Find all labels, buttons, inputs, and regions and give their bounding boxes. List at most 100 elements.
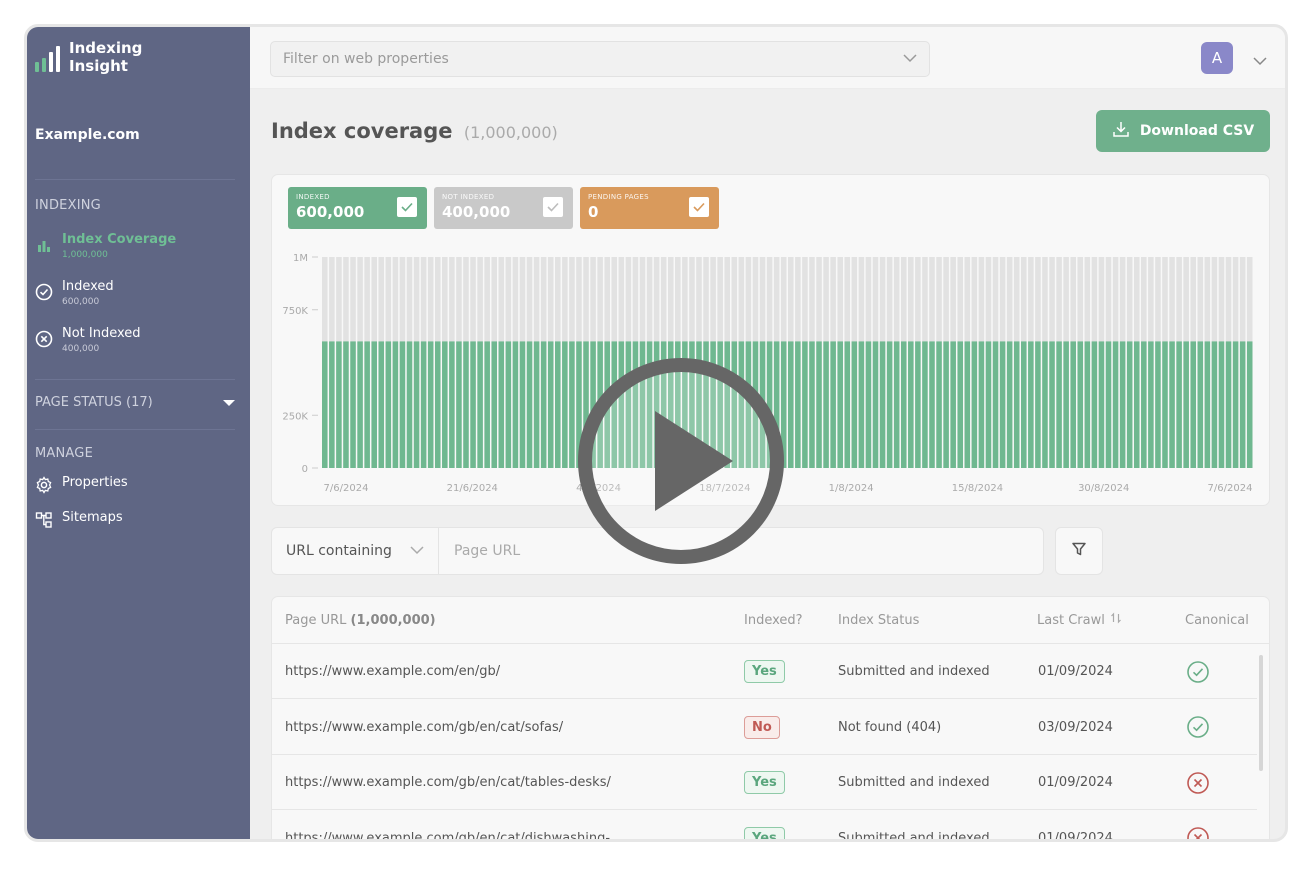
bar-indexed <box>512 341 519 468</box>
bar-indexed <box>1028 341 1034 468</box>
sidebar-item-label: Not Indexed <box>62 326 141 341</box>
cell-last-crawl: 03/09/2024 <box>1038 719 1113 735</box>
bar-not-indexed <box>773 257 780 342</box>
page-title-count: (1,000,000) <box>463 123 558 142</box>
bar-not-indexed <box>1105 257 1112 342</box>
account-menu-chevron-icon[interactable] <box>1253 51 1267 70</box>
y-tick-label: 1M <box>293 253 308 264</box>
checkbox-checked-icon[interactable] <box>397 197 417 217</box>
stat-indexed-toggle[interactable]: INDEXED 600,000 <box>288 187 427 229</box>
bar-indexed <box>922 341 928 468</box>
column-header-page-url[interactable]: Page URL (1,000,000) <box>285 597 436 643</box>
bar-not-indexed <box>809 257 815 342</box>
bar-not-indexed <box>1035 257 1041 342</box>
table-row[interactable]: https://www.example.com/gb/en/cat/tables… <box>272 755 1257 810</box>
bar-not-indexed <box>512 257 519 342</box>
bar-not-indexed <box>322 257 328 342</box>
bar-not-indexed <box>590 257 596 342</box>
bar-not-indexed <box>1162 257 1168 342</box>
cell-page-url[interactable]: https://www.example.com/gb/en/cat/sofas/ <box>285 700 563 755</box>
table-scrollbar[interactable] <box>1259 655 1263 771</box>
bar-not-indexed <box>667 257 674 342</box>
sidebar-item-properties[interactable]: Properties <box>35 475 128 494</box>
page-status-toggle[interactable]: PAGE STATUS (17) <box>35 395 235 410</box>
bar-not-indexed <box>703 257 709 342</box>
bar-not-indexed <box>830 257 836 342</box>
cell-page-url[interactable]: https://www.example.com/gb/en/cat/dishwa… <box>285 811 610 840</box>
bar-not-indexed <box>597 257 603 342</box>
sidebar-item-not-indexed[interactable]: Not Indexed 400,000 <box>35 326 141 356</box>
stat-pending-toggle[interactable]: PENDING PAGES 0 <box>580 187 719 229</box>
column-header-indexed[interactable]: Indexed? <box>744 597 803 643</box>
table-row[interactable]: https://www.example.com/gb/en/cat/sofas/… <box>272 700 1257 755</box>
column-header-canonical[interactable]: Canonical <box>1185 597 1249 643</box>
sidebar-item-index-coverage[interactable]: Index Coverage 1,000,000 <box>35 232 176 262</box>
column-header-last-crawl[interactable]: Last Crawl <box>1037 597 1122 643</box>
bar-indexed <box>399 341 406 468</box>
cell-page-url[interactable]: https://www.example.com/en/gb/ <box>285 644 500 699</box>
bar-indexed <box>1126 341 1133 468</box>
indexing-heading: INDEXING <box>35 198 101 213</box>
bar-not-indexed <box>1042 257 1048 342</box>
bar-not-indexed <box>851 257 858 342</box>
table-row[interactable]: https://www.example.com/en/gb/Yes Submitt… <box>272 644 1257 699</box>
bar-not-indexed <box>1098 257 1105 342</box>
table-row[interactable]: https://www.example.com/gb/en/cat/dishwa… <box>272 811 1257 840</box>
pages-table: Page URL (1,000,000) Indexed? Index Stat… <box>271 596 1270 840</box>
sitemap-icon <box>35 511 53 529</box>
bar-not-indexed <box>646 257 653 342</box>
sidebar-item-sitemaps[interactable]: Sitemaps <box>35 510 123 529</box>
bar-indexed <box>1190 341 1197 468</box>
bar-indexed <box>809 341 815 468</box>
bar-not-indexed <box>371 257 377 342</box>
download-csv-button[interactable]: Download CSV <box>1096 110 1270 152</box>
checkbox-checked-icon[interactable] <box>689 197 709 217</box>
bar-indexed <box>971 341 978 468</box>
indexed-badge: Yes <box>744 660 785 683</box>
x-tick-label: 21/6/2024 <box>447 483 498 494</box>
bar-not-indexed <box>442 257 448 342</box>
logo-bars-icon <box>35 42 60 72</box>
cell-canonical <box>1186 811 1210 839</box>
sort-icon[interactable] <box>1110 612 1122 628</box>
filter-button[interactable] <box>1055 527 1103 575</box>
stat-not-indexed-toggle[interactable]: NOT INDEXED 400,000 <box>434 187 573 229</box>
bar-indexed <box>364 341 370 468</box>
site-name[interactable]: Example.com <box>35 127 140 143</box>
url-match-select[interactable]: URL containing <box>272 528 439 574</box>
bar-not-indexed <box>343 257 349 342</box>
bar-not-indexed <box>837 257 843 342</box>
property-filter-select[interactable]: Filter on web properties <box>270 41 930 77</box>
column-header-index-status[interactable]: Index Status <box>838 597 919 643</box>
bar-not-indexed <box>872 257 879 342</box>
sidebar-divider <box>35 379 235 380</box>
cell-page-url[interactable]: https://www.example.com/gb/en/cat/tables… <box>285 755 611 810</box>
bar-indexed <box>491 341 498 468</box>
url-match-value: URL containing <box>286 543 392 559</box>
bar-not-indexed <box>1013 257 1020 342</box>
indexed-badge: No <box>744 715 780 739</box>
bar-indexed <box>1239 341 1246 468</box>
sidebar-divider <box>35 429 235 430</box>
indexed-badge: Yes <box>744 826 785 839</box>
x-tick-label: 7/6/2024 <box>1208 483 1253 494</box>
app-name-line2: Insight <box>69 57 128 75</box>
bar-not-indexed <box>329 257 335 342</box>
bar-indexed <box>371 341 377 468</box>
bar-indexed <box>816 341 822 468</box>
app-logo[interactable]: Indexing Insight <box>35 39 142 75</box>
checkbox-checked-icon[interactable] <box>543 197 563 217</box>
video-play-button[interactable] <box>573 353 789 569</box>
sidebar-item-label: Indexed <box>62 279 114 294</box>
bar-not-indexed <box>943 257 949 342</box>
cell-index-status: Submitted and indexed <box>838 775 990 790</box>
bar-not-indexed <box>618 257 625 342</box>
cell-canonical <box>1186 755 1210 810</box>
bar-indexed <box>385 341 392 468</box>
sidebar-item-indexed[interactable]: Indexed 600,000 <box>35 279 114 309</box>
bar-not-indexed <box>915 257 921 342</box>
bar-not-indexed <box>1183 257 1189 342</box>
bar-not-indexed <box>922 257 928 342</box>
avatar[interactable]: A <box>1201 42 1233 74</box>
bar-indexed <box>1162 341 1168 468</box>
